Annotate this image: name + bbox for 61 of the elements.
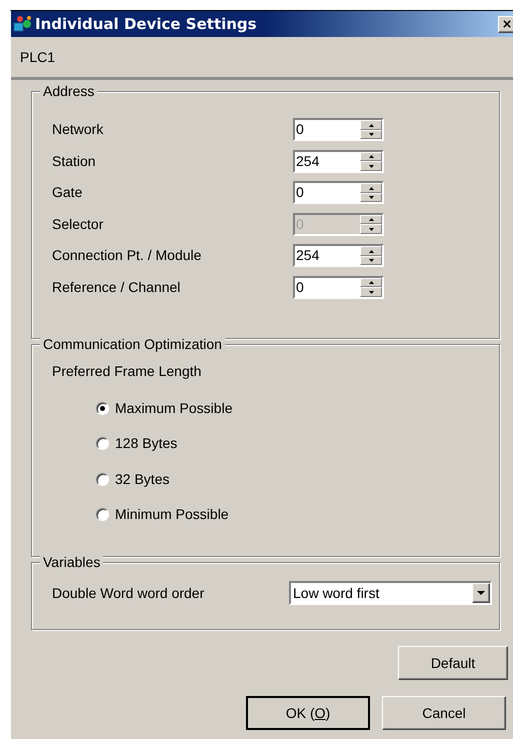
- frame-length-label: Preferred Frame Length: [52, 362, 202, 381]
- spin-down-button[interactable]: [360, 161, 382, 171]
- up-arrow-icon: [368, 155, 374, 158]
- down-arrow-icon: [368, 228, 374, 230]
- down-arrow-icon: [368, 259, 374, 262]
- radio-label: Maximum Possible: [115, 399, 232, 418]
- spin-field[interactable]: 0: [293, 276, 384, 299]
- down-arrow-icon: [368, 164, 374, 168]
- field-label: Network: [52, 120, 104, 140]
- down-arrow-icon: [368, 196, 374, 199]
- group-title: Address: [40, 83, 98, 99]
- up-arrow-icon: [368, 281, 374, 284]
- up-arrow-icon: [368, 218, 374, 221]
- up-arrow-icon: [368, 124, 374, 126]
- spin-value: 254: [295, 152, 320, 171]
- spin-up-button[interactable]: [360, 120, 382, 130]
- radio-label: 128 Bytes: [115, 434, 178, 454]
- radio-button[interactable]: [96, 437, 109, 450]
- dropdown-arrow-icon: [477, 591, 485, 595]
- word-order-label: Double Word word order: [52, 584, 206, 602]
- group-title: Communication Optimization: [40, 336, 225, 352]
- devices-icon: [13, 15, 33, 33]
- spin-down-button[interactable]: [360, 256, 382, 266]
- field-label: Reference / Channel: [52, 278, 182, 297]
- radio-label: Minimum Possible: [115, 505, 229, 524]
- dropdown-value: Low word first: [292, 584, 380, 603]
- spin-field[interactable]: 254: [293, 244, 384, 268]
- group-title: Variables: [40, 554, 104, 570]
- radio-button[interactable]: [96, 402, 109, 416]
- word-order-dropdown[interactable]: Low word first: [289, 581, 492, 605]
- close-button[interactable]: ×: [498, 16, 513, 32]
- spin-down-button[interactable]: [360, 192, 382, 202]
- spin-up-button[interactable]: [360, 183, 382, 193]
- spin-up-button[interactable]: [360, 152, 382, 162]
- radio-button[interactable]: [96, 472, 109, 486]
- field-label: Connection Pt. / Module: [52, 246, 202, 266]
- spin-up-button[interactable]: [360, 246, 382, 256]
- up-arrow-icon: [368, 186, 374, 190]
- spin-field[interactable]: 0: [293, 118, 384, 142]
- default-button[interactable]: Default: [398, 646, 508, 680]
- spin-value: 0: [295, 183, 305, 202]
- field-label: Selector: [52, 214, 104, 234]
- spin-value: 0: [295, 120, 305, 140]
- radio-label: 32 Bytes: [115, 470, 170, 489]
- radio-button[interactable]: [96, 508, 109, 522]
- spin-value: 0: [295, 278, 305, 297]
- window-title: Individual Device Settings: [35, 14, 258, 35]
- up-arrow-icon: [368, 250, 374, 252]
- cancel-button[interactable]: Cancel: [382, 696, 506, 730]
- spin-down-button[interactable]: [360, 287, 382, 297]
- spin-value: 254: [295, 246, 320, 266]
- spin-down-button[interactable]: [360, 130, 382, 140]
- ok-button[interactable]: OK (O): [246, 696, 370, 730]
- spin-field[interactable]: 254: [293, 150, 384, 173]
- field-label: Station: [52, 152, 97, 171]
- spin-field[interactable]: 0: [293, 181, 384, 204]
- down-arrow-icon: [368, 133, 374, 136]
- spin-up-button[interactable]: [360, 278, 382, 288]
- field-label: Gate: [52, 183, 84, 202]
- down-arrow-icon: [368, 290, 374, 294]
- device-name: PLC1: [20, 48, 56, 66]
